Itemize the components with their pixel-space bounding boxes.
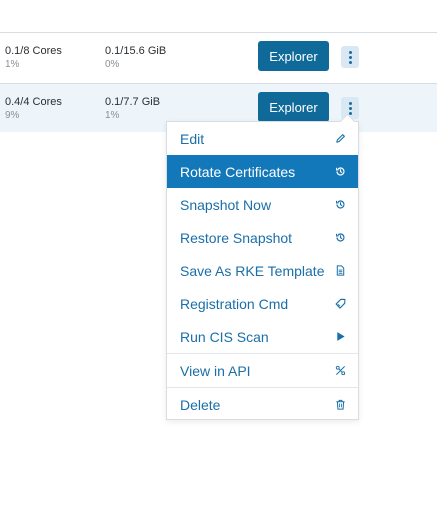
row-actions-button[interactable] <box>341 46 359 68</box>
menu-item-restore-snapshot[interactable]: Restore Snapshot <box>167 221 358 254</box>
menu-item-delete[interactable]: Delete <box>167 388 358 421</box>
memory-usage-percent: 0% <box>105 59 120 70</box>
menu-item-label: Rotate Certificates <box>180 163 296 180</box>
menu-item-registration-cmd[interactable]: Registration Cmd <box>167 287 358 320</box>
kebab-icon <box>348 101 352 115</box>
table-row: 0.1/8 Cores 1% 0.1/15.6 GiB 0% Explorer <box>0 33 437 84</box>
pencil-icon <box>334 133 346 145</box>
cpu-usage-value: 0.4/4 Cores <box>5 96 62 108</box>
explorer-button[interactable]: Explorer <box>258 41 329 71</box>
menu-item-label: Delete <box>180 396 221 413</box>
memory-usage-cell: 0.1/7.7 GiB 1% <box>105 96 160 122</box>
cpu-usage-percent: 9% <box>5 110 20 121</box>
memory-usage-value: 0.1/15.6 GiB <box>105 45 167 57</box>
menu-item-label: Snapshot Now <box>180 196 272 213</box>
menu-item-label: Run CIS Scan <box>180 328 269 345</box>
history-icon <box>334 166 346 178</box>
menu-item-rotate-certificates[interactable]: Rotate Certificates <box>167 155 358 188</box>
trash-icon <box>334 399 346 411</box>
menu-item-view-in-api[interactable]: View in API <box>167 354 358 387</box>
memory-usage-cell: 0.1/15.6 GiB 0% <box>105 45 166 71</box>
memory-usage-percent: 1% <box>105 110 120 121</box>
explorer-button[interactable]: Explorer <box>258 92 329 122</box>
menu-item-label: Save As RKE Template <box>180 262 325 279</box>
menu-item-snapshot-now[interactable]: Snapshot Now <box>167 188 358 221</box>
menu-item-label: Restore Snapshot <box>180 229 293 246</box>
kebab-icon <box>348 50 352 64</box>
menu-item-run-cis-scan[interactable]: Run CIS Scan <box>167 320 358 353</box>
cpu-usage-percent: 1% <box>5 59 20 70</box>
menu-item-label: Registration Cmd <box>180 295 289 312</box>
menu-item-save-as-rke-template[interactable]: Save As RKE Template <box>167 254 358 287</box>
file-icon <box>334 265 346 277</box>
menu-item-edit[interactable]: Edit <box>167 122 358 155</box>
history-icon <box>334 199 346 211</box>
api-icon <box>334 365 346 377</box>
play-icon <box>334 331 346 343</box>
tag-icon <box>334 298 346 310</box>
cpu-usage-cell: 0.1/8 Cores 1% <box>5 45 62 71</box>
cpu-usage-cell: 0.4/4 Cores 9% <box>5 96 62 122</box>
cpu-usage-value: 0.1/8 Cores <box>5 45 62 57</box>
cluster-actions-menu: Edit Rotate Certificates Snapshot Now Re… <box>166 121 359 420</box>
history-icon <box>334 232 346 244</box>
menu-item-label: Edit <box>180 130 205 147</box>
memory-usage-value: 0.1/7.7 GiB <box>105 96 161 108</box>
menu-item-label: View in API <box>180 362 251 379</box>
